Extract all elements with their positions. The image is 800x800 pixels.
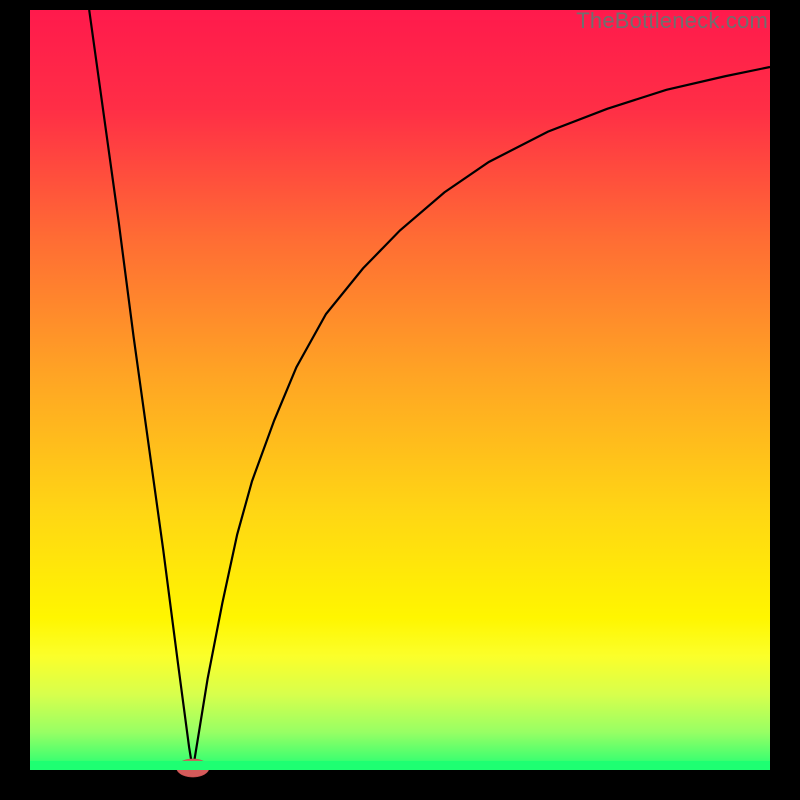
bottom-green-band [30,761,770,770]
plot-area [30,10,770,770]
watermark-text: TheBottleneck.com [576,8,768,34]
plot-svg [30,10,770,770]
performance-curve [89,10,770,770]
chart-frame: TheBottleneck.com [0,0,800,800]
